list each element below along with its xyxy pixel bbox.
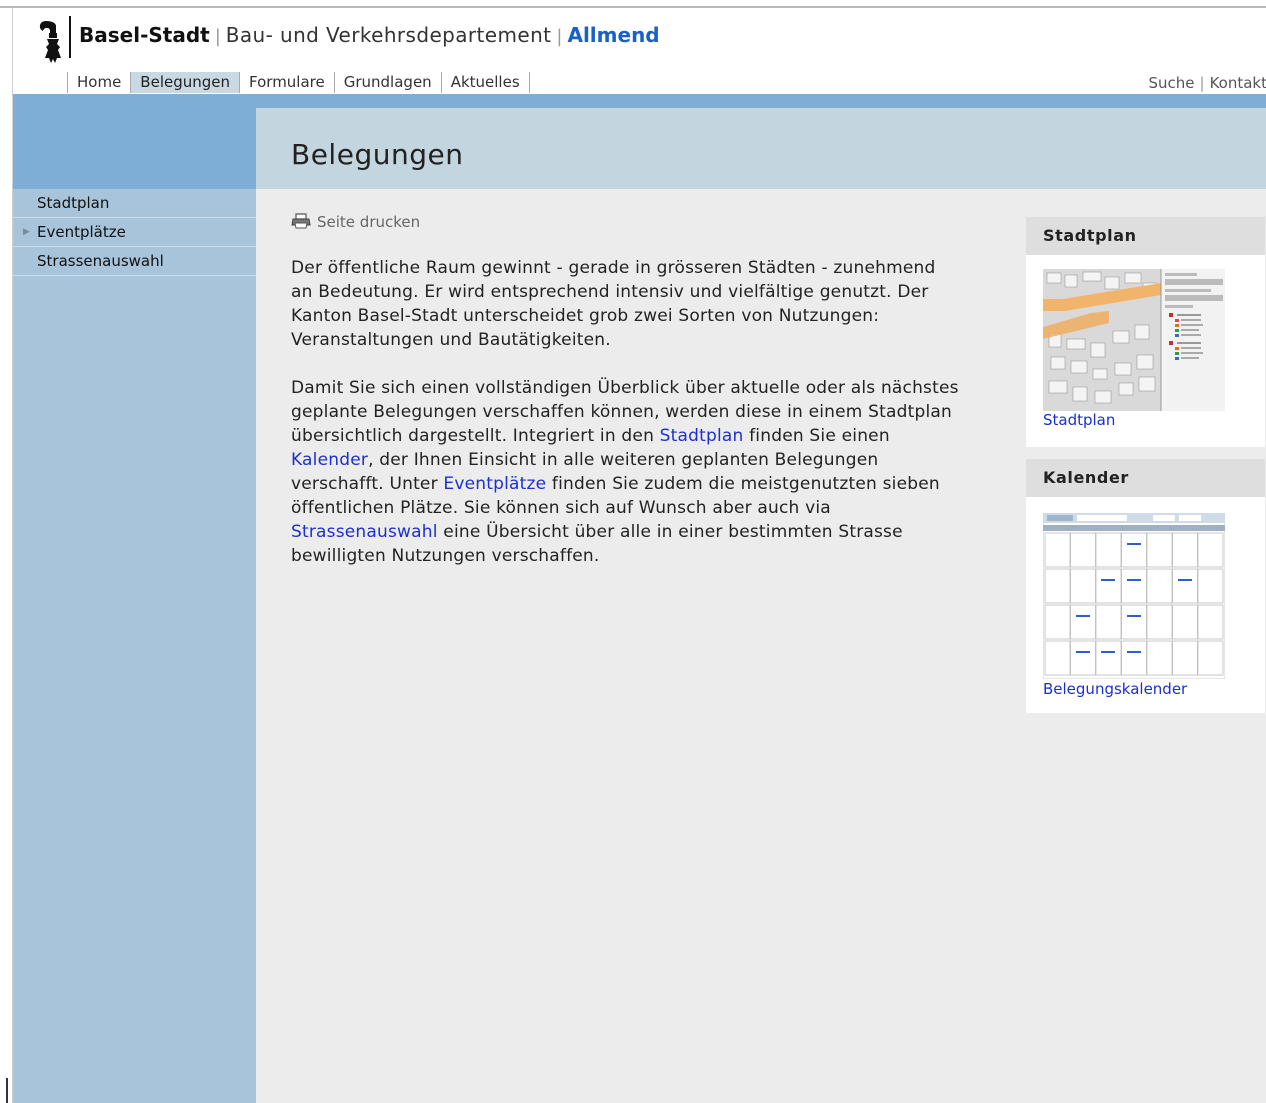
utility-navigation: Suche | Kontakt bbox=[1149, 74, 1266, 92]
sidebar-item-strassenauswahl[interactable]: Strassenauswahl bbox=[13, 247, 256, 276]
contact-link[interactable]: Kontakt bbox=[1210, 74, 1266, 92]
kalender-thumbnail[interactable] bbox=[1042, 512, 1226, 680]
printer-icon bbox=[291, 213, 311, 229]
site-header: Basel-Stadt | Bau- und Verkehrsdepartement… bbox=[13, 8, 1266, 94]
top-navigation: Home Belegungen Formulare Grundlagen Akt… bbox=[67, 72, 530, 93]
intro-text: Der öffentliche Raum gewinnt - gerade in… bbox=[291, 256, 961, 592]
sidebar-item-eventplaetze[interactable]: ▶ Eventplätze bbox=[13, 218, 256, 247]
nav-home[interactable]: Home bbox=[67, 72, 130, 93]
stadtplan-box: Stadtplan Stadtplan bbox=[1026, 217, 1265, 447]
brand-section: Allmend bbox=[567, 23, 660, 47]
site-brand[interactable]: Basel-Stadt | Bau- und Verkehrsdepartement… bbox=[79, 22, 660, 50]
triangle-right-icon: ▶ bbox=[23, 227, 30, 237]
content-header: Belegungen bbox=[256, 108, 1266, 189]
sidebar-item-stadtplan[interactable]: Stadtplan bbox=[13, 189, 256, 218]
paragraph-1: Der öffentliche Raum gewinnt - gerade in… bbox=[291, 258, 936, 350]
basel-crozier-icon[interactable] bbox=[35, 18, 71, 64]
main-content: Seite drucken Der öffentliche Raum gewin… bbox=[256, 189, 1266, 1103]
sidebar-header bbox=[13, 108, 256, 189]
text-cursor bbox=[6, 1078, 8, 1103]
stadtplan-box-title: Stadtplan bbox=[1026, 217, 1265, 255]
link-stadtplan[interactable]: Stadtplan bbox=[660, 426, 744, 446]
link-strassenauswahl[interactable]: Strassenauswahl bbox=[291, 522, 438, 542]
stadtplan-thumbnail[interactable] bbox=[1043, 269, 1225, 411]
nav-belegungen[interactable]: Belegungen bbox=[130, 72, 240, 93]
link-kalender[interactable]: Kalender bbox=[291, 450, 368, 470]
logo-divider bbox=[69, 16, 71, 58]
text-segment: finden Sie einen bbox=[743, 426, 890, 446]
print-page-link[interactable]: Seite drucken bbox=[291, 213, 420, 231]
brand-separator: | bbox=[556, 26, 563, 47]
kalender-box: Kalender Belegungskalender bbox=[1026, 459, 1265, 713]
brand-department: Bau- und Verkehrsdepartement bbox=[225, 23, 552, 47]
brand-city: Basel-Stadt bbox=[79, 23, 210, 47]
nav-grundlagen[interactable]: Grundlagen bbox=[333, 72, 441, 93]
print-label: Seite drucken bbox=[317, 213, 421, 231]
sidebar-menu: Stadtplan ▶ Eventplätze Strassenauswahl bbox=[13, 189, 256, 276]
paragraph-2: Damit Sie sich einen vollständigen Überb… bbox=[291, 376, 961, 568]
header-blue-bar bbox=[13, 94, 1266, 108]
stadtplan-box-link[interactable]: Stadtplan bbox=[1026, 411, 1265, 429]
sidebar: Stadtplan ▶ Eventplätze Strassenauswahl bbox=[13, 108, 256, 1103]
nav-formulare[interactable]: Formulare bbox=[239, 72, 334, 93]
browser-frame-top bbox=[0, 0, 1266, 8]
sidebar-item-label: Strassenauswahl bbox=[37, 252, 164, 270]
utility-divider: | bbox=[1199, 74, 1205, 92]
nav-aktuelles[interactable]: Aktuelles bbox=[440, 72, 530, 93]
kalender-box-link[interactable]: Belegungskalender bbox=[1026, 680, 1265, 698]
page: Basel-Stadt | Bau- und Verkehrsdepartement… bbox=[12, 8, 1266, 1103]
search-link[interactable]: Suche bbox=[1149, 74, 1195, 92]
sidebar-item-label: Eventplätze bbox=[37, 223, 126, 241]
brand-separator: | bbox=[214, 26, 221, 47]
sidebar-item-label: Stadtplan bbox=[37, 194, 110, 212]
link-eventplaetze[interactable]: Eventplätze bbox=[443, 474, 546, 494]
page-title: Belegungen bbox=[291, 138, 464, 171]
kalender-box-title: Kalender bbox=[1026, 459, 1265, 497]
